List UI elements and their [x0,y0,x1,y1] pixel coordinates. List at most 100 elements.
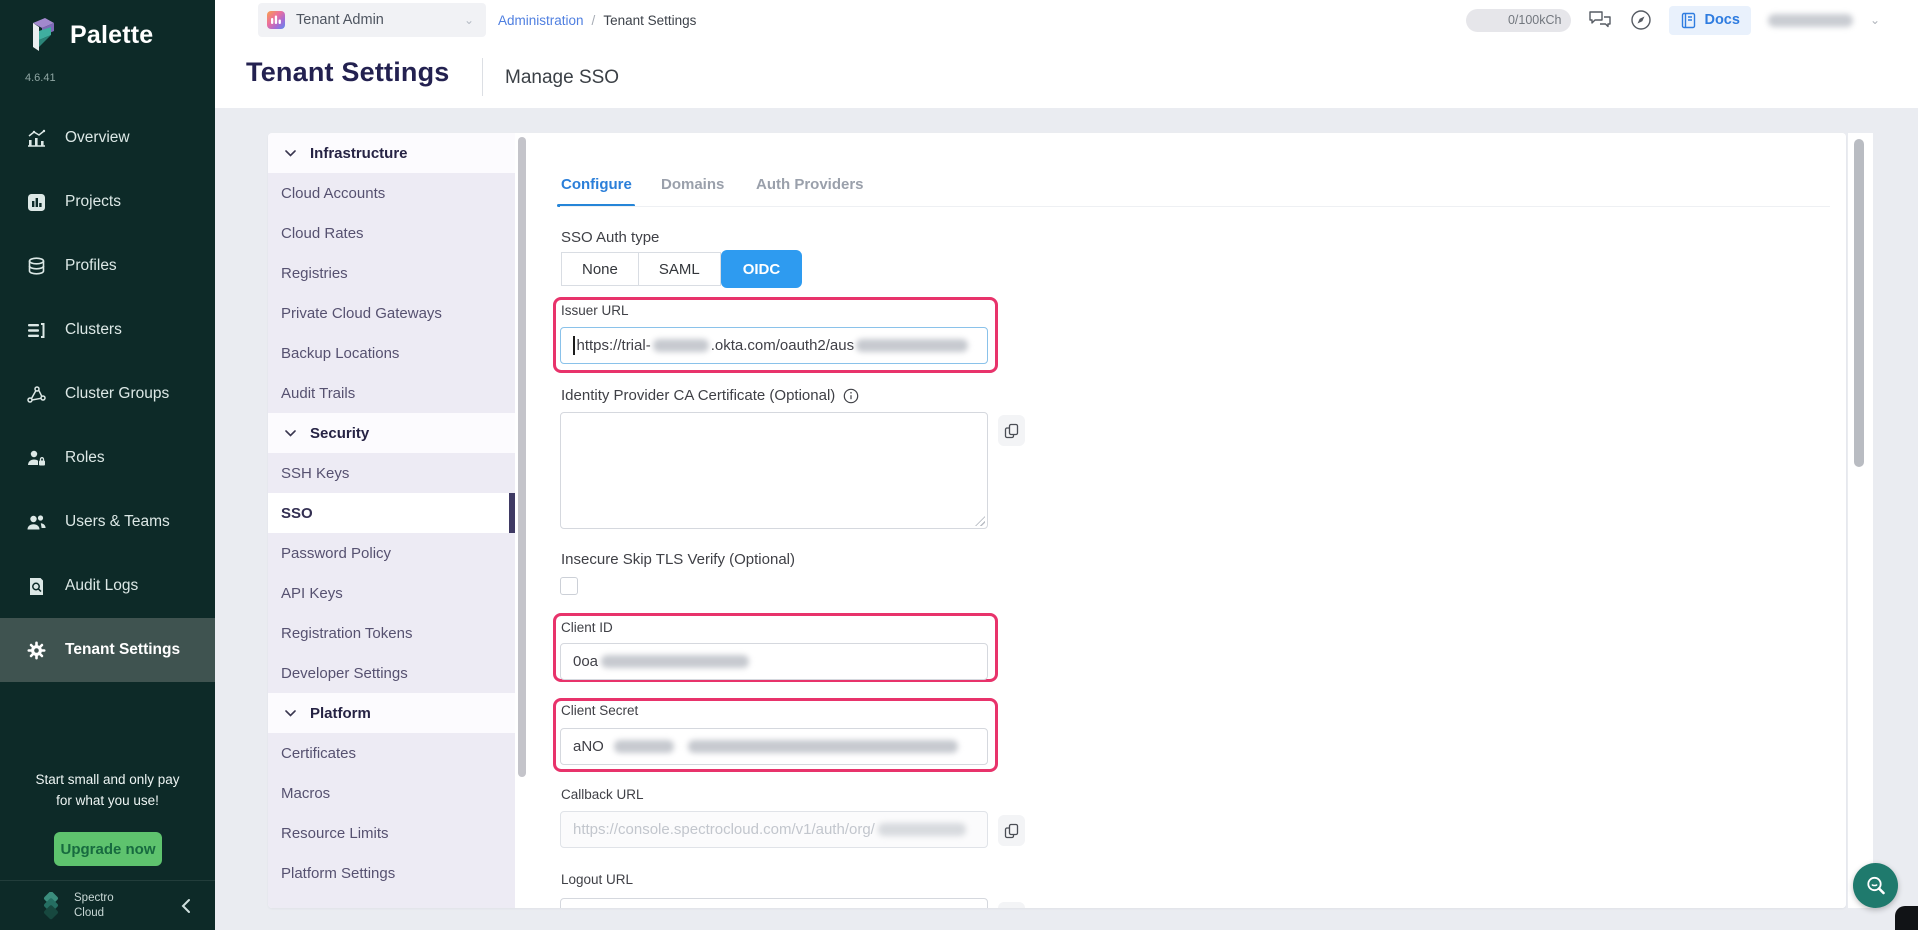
tab-configure[interactable]: Configure [561,176,632,193]
sidebar-item-cluster-groups[interactable]: Cluster Groups [0,362,215,426]
user-name-redacted[interactable] [1768,14,1853,27]
copy-logout-url-button[interactable] [998,902,1025,908]
client-secret-input[interactable]: aNO [560,728,988,765]
subnav-item-private-cloud-gateways[interactable]: Private Cloud Gateways [268,293,515,333]
topbar: Tenant Admin ⌄ Administration / Tenant S… [215,0,1918,40]
subnav-item-macros[interactable]: Macros [268,773,515,813]
audit-logs-icon [26,576,47,597]
collapse-sidebar-icon[interactable] [181,898,191,914]
breadcrumb: Administration / Tenant Settings [498,0,696,40]
sidebar-item-tenant-settings[interactable]: Tenant Settings [0,618,215,682]
subnav-section-infrastructure[interactable]: Infrastructure [268,133,515,173]
subnav-section-title: Security [310,425,369,442]
sidebar-item-projects[interactable]: Projects [0,170,215,234]
redacted-text [856,339,968,352]
breadcrumb-administration[interactable]: Administration [498,13,584,28]
subnav-item-registries[interactable]: Registries [268,253,515,293]
subnav-section-title: Platform [310,705,371,722]
subnav-item-label: Registration Tokens [281,625,412,642]
subnav-section-platform[interactable]: Platform [268,693,515,733]
subnav-item-resource-limits[interactable]: Resource Limits [268,813,515,853]
client-id-input[interactable]: 0oa [560,643,988,680]
cluster-groups-icon [26,384,47,405]
client-secret-prefix: aNO [573,738,604,755]
content-scrollbar[interactable] [1848,133,1873,908]
docs-button[interactable]: Docs [1669,6,1750,35]
subnav-scrollbar[interactable] [515,133,530,908]
copy-icon [1004,423,1019,439]
subnav-item-label: SSH Keys [281,465,349,482]
sidebar-item-label: Projects [65,193,121,211]
chevron-down-icon: ⌄ [464,13,474,27]
subnav-item-ssh-keys[interactable]: SSH Keys [268,453,515,493]
logout-url-input[interactable] [560,898,988,908]
sidebar-item-clusters[interactable]: Clusters [0,298,215,362]
subnav-item-password-policy[interactable]: Password Policy [268,533,515,573]
auth-type-oidc-button[interactable]: OIDC [721,250,803,288]
compass-icon [1630,9,1652,31]
info-icon[interactable] [843,388,859,404]
subnav-item-certificates[interactable]: Certificates [268,733,515,773]
content-scrollbar-thumb[interactable] [1854,139,1864,467]
sidebar-item-label: Overview [65,129,130,147]
sidebar-item-label: Cluster Groups [65,385,169,403]
subnav-item-label: Cloud Rates [281,225,364,242]
page-body: Infrastructure Cloud Accounts Cloud Rate… [215,108,1918,930]
subnav-item-registration-tokens[interactable]: Registration Tokens [268,613,515,653]
usage-counter: 0/100kCh [1466,9,1571,32]
subnav-item-cloud-rates[interactable]: Cloud Rates [268,213,515,253]
product-tour-button[interactable] [1630,9,1652,31]
copy-callback-url-button[interactable] [998,815,1025,846]
subnav-item-label: Backup Locations [281,345,399,362]
sidebar-item-profiles[interactable]: Profiles [0,234,215,298]
sidebar-nav: Overview Projects Profiles [0,106,215,682]
auth-type-saml-button[interactable]: SAML [639,252,721,286]
sso-configure-panel: Configure Domains Auth Providers SSO Aut… [530,133,1846,908]
issuer-url-input[interactable]: https://trial-.okta.com/oauth2/aus [560,327,988,364]
subnav-item-cloud-accounts[interactable]: Cloud Accounts [268,173,515,213]
sidebar-item-roles[interactable]: Roles [0,426,215,490]
subnav-item-api-keys[interactable]: API Keys [268,573,515,613]
book-icon [1680,12,1697,29]
chat-bubbles-icon [1588,9,1613,31]
sso-auth-type-label: SSO Auth type [561,229,659,246]
auth-type-none-button[interactable]: None [561,252,639,286]
sidebar-item-audit-logs[interactable]: Audit Logs [0,554,215,618]
sidebar-item-overview[interactable]: Overview [0,106,215,170]
skip-tls-checkbox[interactable] [560,577,578,595]
ca-certificate-textarea[interactable] [560,412,988,529]
copy-ca-certificate-button[interactable] [998,415,1025,446]
subnav-section-security[interactable]: Security [268,413,515,453]
sidebar-item-users-teams[interactable]: Users & Teams [0,490,215,554]
settings-card: Infrastructure Cloud Accounts Cloud Rate… [268,133,1846,908]
resize-handle-icon[interactable] [975,516,985,526]
tab-auth-providers[interactable]: Auth Providers [756,176,864,193]
subnav-item-audit-trails[interactable]: Audit Trails [268,373,515,413]
upgrade-now-button[interactable]: Upgrade now [54,832,162,866]
help-search-fab[interactable] [1853,863,1898,908]
title-divider [482,58,483,96]
brand-name: Spectro Cloud [74,891,114,920]
clusters-icon [26,320,47,341]
sidebar-item-label: Clusters [65,321,122,339]
subnav-item-sso[interactable]: SSO [268,493,515,533]
corner-widget[interactable] [1895,906,1918,930]
subnav-item-label: Platform Settings [281,865,395,882]
subnav-item-label: Private Cloud Gateways [281,305,442,322]
feedback-button[interactable] [1588,9,1613,31]
user-menu-chevron-icon[interactable]: ⌄ [1870,13,1880,27]
scope-selector[interactable]: Tenant Admin ⌄ [258,3,486,37]
title-row: Tenant Settings Manage SSO [215,40,1918,108]
tab-domains[interactable]: Domains [661,176,724,193]
subnav-item-backup-locations[interactable]: Backup Locations [268,333,515,373]
subnav-scrollbar-thumb[interactable] [518,137,526,777]
upsell-line2: for what you use! [0,791,215,812]
issuer-url-mid: .okta.com/oauth2/aus [711,337,854,354]
subnav-item-developer-settings[interactable]: Developer Settings [268,653,515,693]
sidebar-item-label: Audit Logs [65,577,138,595]
projects-icon [26,192,47,213]
sidebar-item-label: Profiles [65,257,117,275]
ca-certificate-label: Identity Provider CA Certificate (Option… [561,387,859,404]
subnav-item-platform-settings[interactable]: Platform Settings [268,853,515,893]
subnav-item-label: Certificates [281,745,356,762]
